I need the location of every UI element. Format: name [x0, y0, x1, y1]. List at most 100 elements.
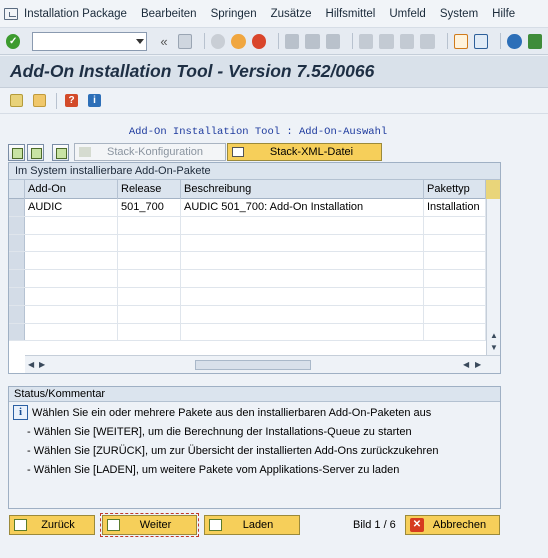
- zoom-icon[interactable]: [10, 94, 23, 107]
- cancel-button[interactable]: ✕ Abbrechen: [405, 515, 500, 535]
- arrow-right-icon: [79, 147, 91, 157]
- next-button[interactable]: Weiter: [100, 513, 199, 537]
- previous-page-icon[interactable]: [379, 33, 394, 49]
- info-icon: i: [13, 405, 28, 420]
- find-icon[interactable]: [305, 33, 320, 49]
- empty-cell: [25, 323, 118, 341]
- status-info-text: Wählen Sie ein oder mehrere Pakete aus d…: [32, 406, 432, 419]
- row-selector[interactable]: [9, 270, 25, 287]
- header-pakettyp[interactable]: Pakettyp: [424, 180, 486, 199]
- scroll-up-icon[interactable]: ▲: [490, 331, 498, 340]
- stack-konfiguration-label: Stack-Konfiguration: [107, 146, 203, 158]
- command-input[interactable]: [33, 32, 134, 50]
- horizontal-scrollbar[interactable]: ◀ ▶ ◀ ▶: [25, 355, 500, 373]
- table-header: Add-On Release Beschreibung Pakettyp: [9, 180, 500, 199]
- cell-pakettyp: Installation: [424, 199, 486, 216]
- deselect-all-icon[interactable]: [27, 143, 44, 161]
- empty-cell: [25, 216, 118, 234]
- exit-icon[interactable]: [231, 33, 246, 49]
- header-add-on[interactable]: Add-On: [25, 180, 118, 199]
- stack-konfiguration-button[interactable]: Stack-Konfiguration: [74, 143, 226, 161]
- menu-umfeld[interactable]: Umfeld: [389, 8, 425, 20]
- menu-springen[interactable]: Springen: [211, 8, 257, 20]
- chevron-down-icon[interactable]: [136, 38, 145, 44]
- menu-bearbeiten[interactable]: Bearbeiten: [141, 8, 197, 20]
- cancel-icon[interactable]: [251, 33, 267, 49]
- row-selector[interactable]: [9, 287, 25, 305]
- empty-cell: [25, 287, 118, 305]
- row-selector[interactable]: [9, 305, 25, 323]
- toolbar-separator: [56, 92, 57, 109]
- header-select-all[interactable]: [9, 180, 25, 199]
- toolbar-separator: [500, 33, 502, 49]
- column-settings-icon[interactable]: [486, 180, 500, 199]
- vertical-scrollbar[interactable]: ▲ ▼: [486, 199, 500, 355]
- row-selector[interactable]: [9, 323, 25, 341]
- empty-cell: [424, 323, 486, 341]
- toolbar-separator: [204, 33, 206, 49]
- find-next-icon[interactable]: [325, 33, 341, 49]
- table-row[interactable]: AUDIC 501_700 AUDIC 501_700: Add-On Inst…: [9, 199, 500, 217]
- question-icon[interactable]: ?: [65, 94, 78, 107]
- nav-history-icon[interactable]: «: [157, 34, 170, 49]
- back-icon[interactable]: [211, 33, 226, 49]
- shortcut-icon[interactable]: [473, 33, 489, 49]
- row-selector[interactable]: [9, 199, 25, 216]
- menu-hilfsmittel[interactable]: Hilfsmittel: [326, 8, 376, 20]
- stack-xml-datei-button[interactable]: Stack-XML-Datei: [227, 143, 382, 161]
- scroll-left-icon[interactable]: ◀: [463, 360, 469, 369]
- footer-bar: Zurück Weiter Laden ✕ Abbrechen: [0, 512, 548, 538]
- print-icon[interactable]: [285, 33, 300, 49]
- menu-system[interactable]: System: [440, 8, 478, 20]
- empty-cell: [25, 234, 118, 252]
- scroll-right-icon[interactable]: ▶: [39, 360, 45, 369]
- header-beschreibung[interactable]: Beschreibung: [181, 180, 424, 199]
- menu-zusaetze[interactable]: Zusätze: [271, 8, 312, 20]
- empty-cell: [181, 323, 424, 341]
- table-row[interactable]: [9, 270, 500, 288]
- enter-check-icon[interactable]: ✓: [6, 33, 21, 49]
- settings-icon[interactable]: [33, 94, 46, 107]
- menu-hilfe[interactable]: Hilfe: [492, 8, 515, 20]
- load-label: Laden: [242, 519, 274, 531]
- screen-subtitle: Add-On Installation Tool : Add-On-Auswah…: [128, 126, 388, 138]
- table-row[interactable]: [9, 216, 500, 235]
- last-page-icon[interactable]: [420, 33, 435, 49]
- row-selector[interactable]: [9, 216, 25, 234]
- back-button[interactable]: Zurück: [9, 515, 95, 535]
- save-icon[interactable]: [177, 33, 193, 49]
- empty-cell: [25, 270, 118, 287]
- table-body: AUDIC 501_700 AUDIC 501_700: Add-On Inst…: [9, 199, 500, 355]
- table-row[interactable]: [9, 252, 500, 271]
- standard-toolbar: ✓ «: [0, 28, 548, 55]
- info-icon[interactable]: i: [88, 94, 101, 107]
- next-page-icon[interactable]: [399, 33, 415, 49]
- empty-cell: [118, 270, 181, 287]
- table-row[interactable]: [9, 234, 500, 253]
- stack-xml-datei-label: Stack-XML-Datei: [269, 146, 354, 158]
- app-menu-icon[interactable]: [4, 7, 18, 20]
- command-field[interactable]: [32, 31, 148, 51]
- table-row[interactable]: [9, 287, 500, 306]
- header-release[interactable]: Release: [118, 180, 181, 199]
- row-selector[interactable]: [9, 252, 25, 270]
- refresh-icon[interactable]: [52, 143, 69, 161]
- status-info: i Wählen Sie ein oder mehrere Pakete aus…: [13, 405, 431, 420]
- table-row[interactable]: [9, 305, 500, 324]
- new-session-icon[interactable]: [453, 33, 468, 49]
- menu-installation-package[interactable]: Installation Package: [24, 8, 127, 20]
- layout-menu-icon[interactable]: [527, 33, 543, 49]
- first-page-icon[interactable]: [359, 33, 374, 49]
- select-all-icon[interactable]: [8, 143, 25, 161]
- scroll-right-icon[interactable]: ▶: [475, 360, 481, 369]
- glasses-icon: [232, 147, 244, 157]
- scroll-thumb[interactable]: [195, 360, 311, 370]
- empty-cell: [118, 234, 181, 252]
- help-icon[interactable]: [507, 33, 522, 49]
- scroll-left-icon[interactable]: ◀: [28, 360, 34, 369]
- table-row[interactable]: [9, 323, 500, 342]
- scroll-down-icon[interactable]: ▼: [490, 343, 498, 352]
- empty-cell: [118, 323, 181, 341]
- load-button[interactable]: Laden: [204, 515, 300, 535]
- row-selector[interactable]: [9, 234, 25, 252]
